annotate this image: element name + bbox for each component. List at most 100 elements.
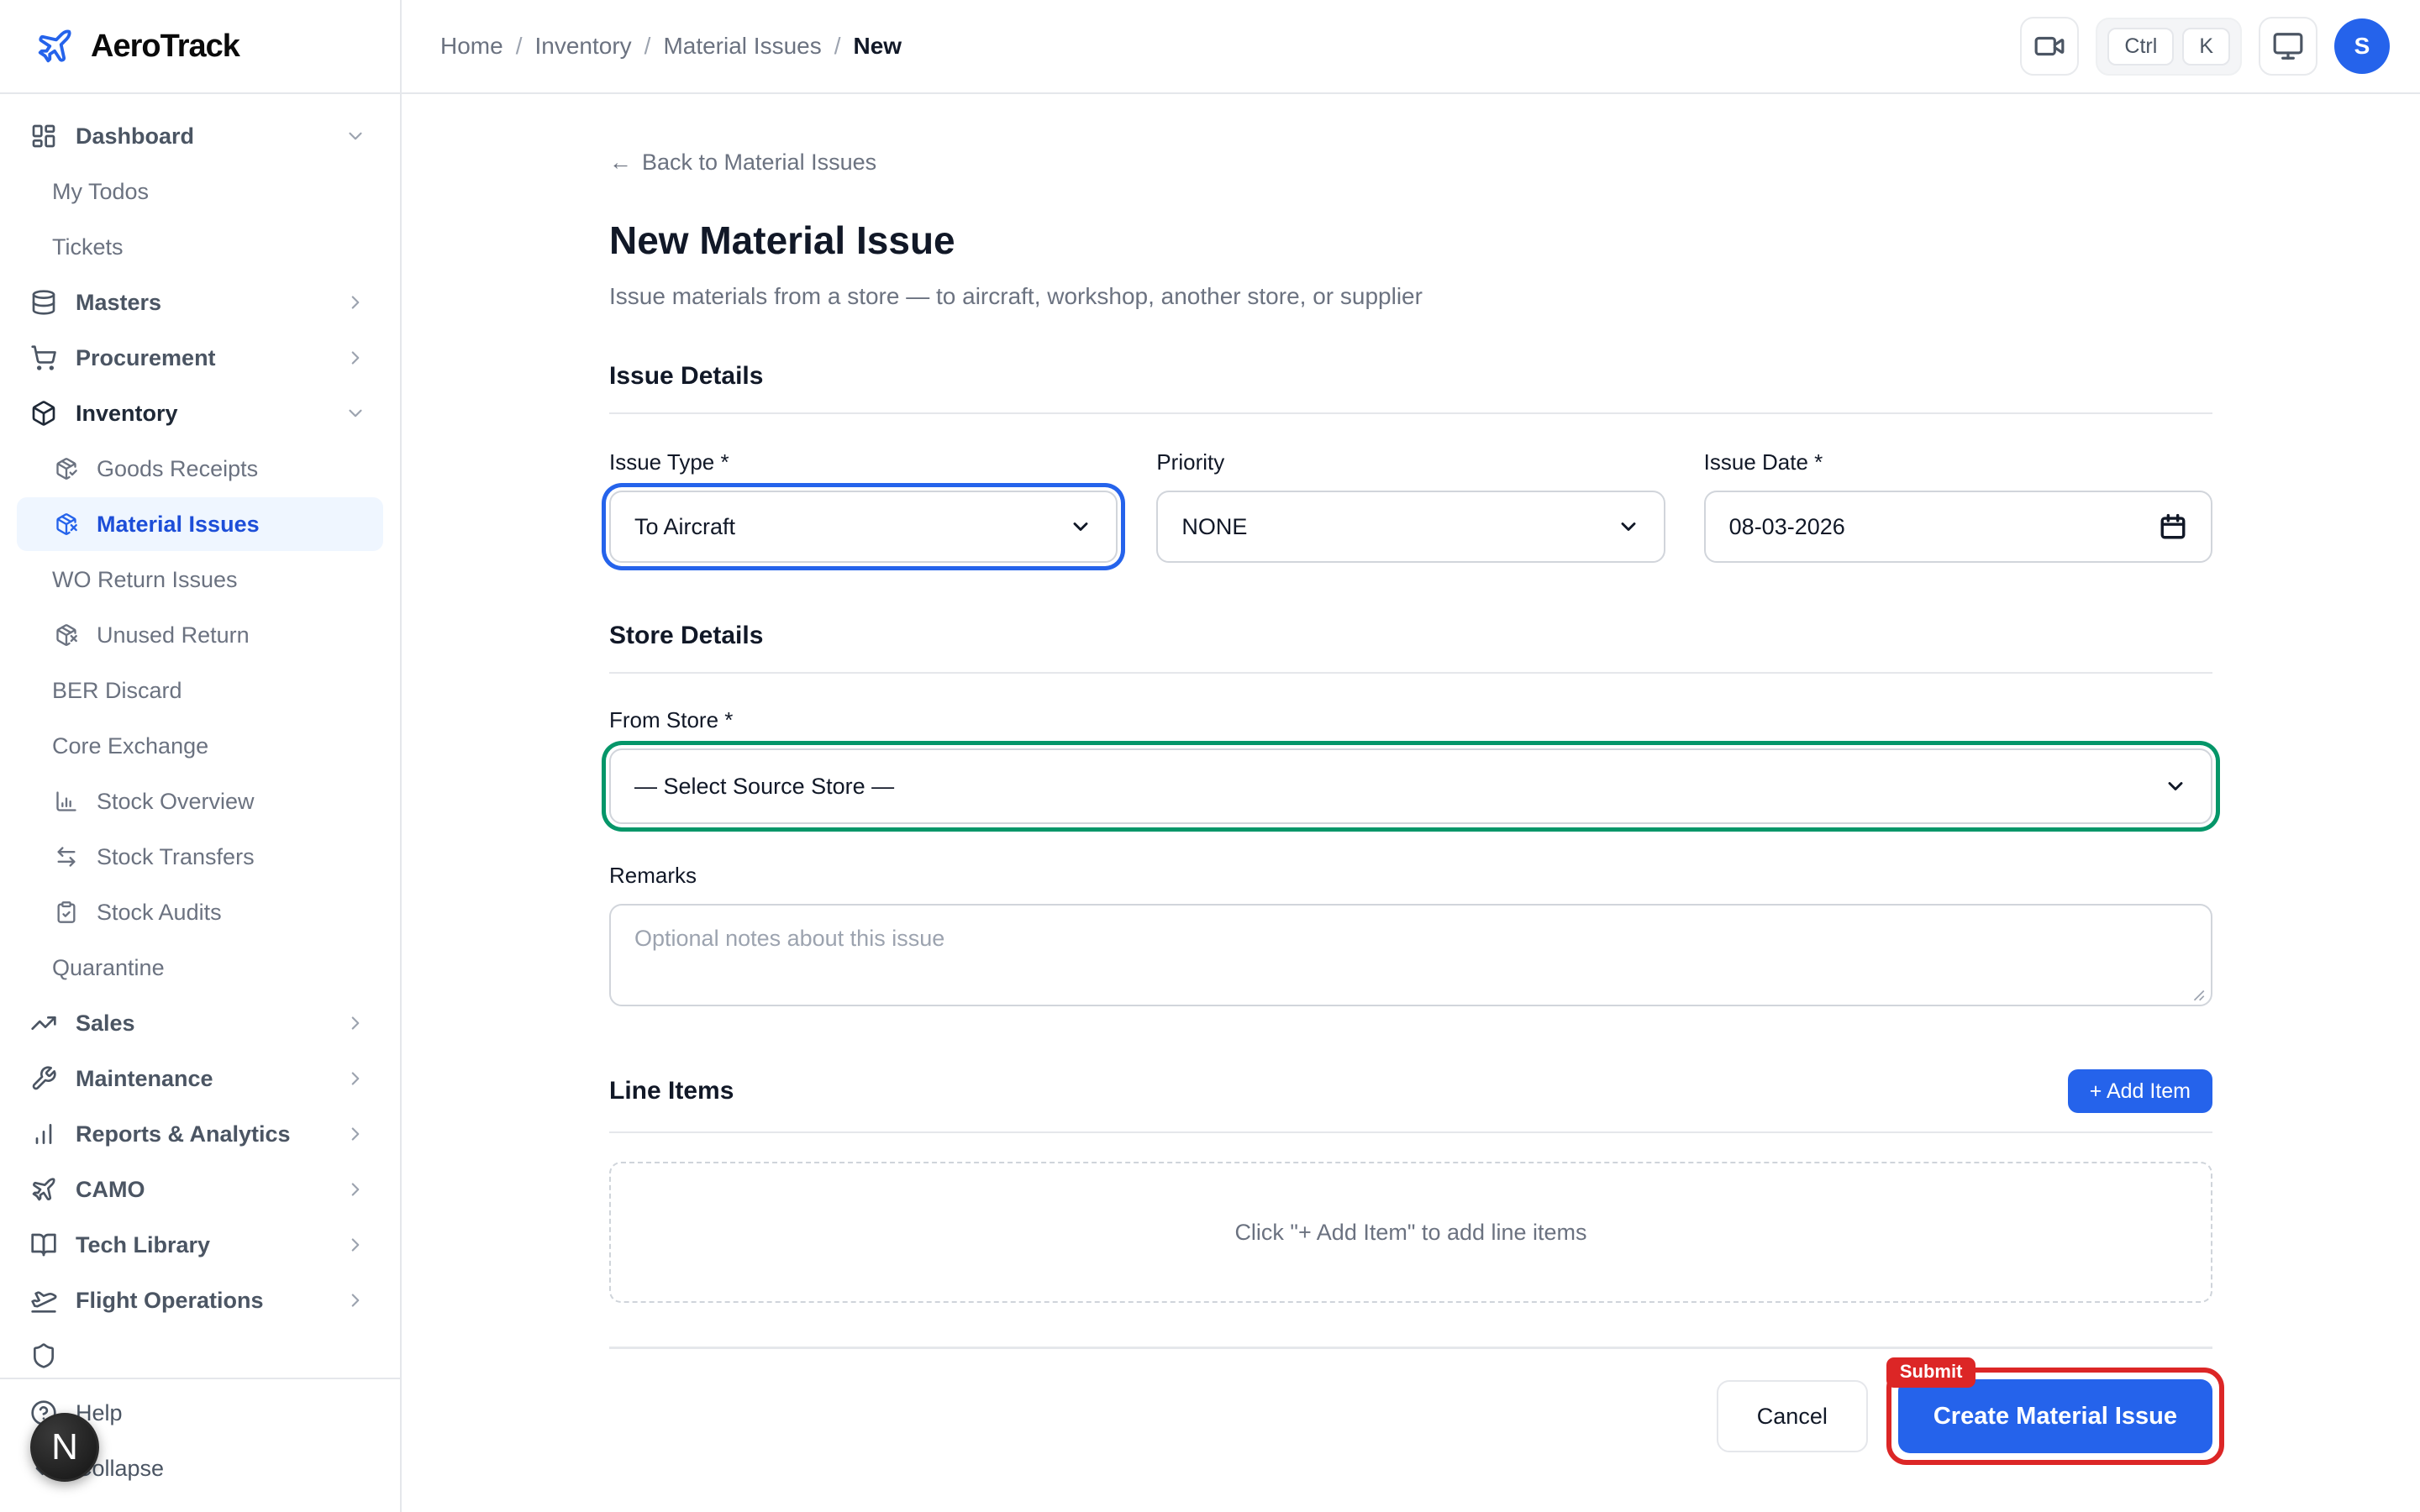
database-icon [30, 289, 57, 316]
sidebar-item-partial[interactable] [17, 1329, 383, 1378]
package-check-icon [55, 457, 78, 480]
sidebar-item-maintenance[interactable]: Maintenance [17, 1052, 383, 1105]
sidebar-item-tickets[interactable]: Tickets [17, 220, 383, 274]
display-mode-button[interactable] [2259, 17, 2317, 76]
nextjs-dev-badge[interactable]: N [30, 1413, 99, 1482]
breadcrumb-current: New [854, 33, 902, 60]
priority-select[interactable]: NONE [1156, 491, 1665, 563]
breadcrumb-material-issues[interactable]: Material Issues [663, 33, 821, 60]
create-material-issue-button[interactable]: Submit Create Material Issue [1898, 1379, 2212, 1453]
sidebar-item-procurement[interactable]: Procurement [17, 331, 383, 385]
package-x-icon [55, 512, 78, 536]
brand: AeroTrack [0, 0, 400, 94]
sidebar: AeroTrack Dashboard My Todos Tickets Mas… [0, 0, 402, 1512]
line-items-section: Line Items + Add Item Click "+ Add Item"… [609, 1069, 2212, 1303]
issue-date-field: Issue Date * 08-03-2026 [1704, 449, 2212, 563]
breadcrumb: Home / Inventory / Material Issues / New [440, 33, 902, 60]
issue-details-heading: Issue Details [609, 362, 2212, 414]
sidebar-item-flight-operations[interactable]: Flight Operations [17, 1273, 383, 1327]
sidebar-nav: Dashboard My Todos Tickets Masters Procu [0, 94, 400, 1378]
sidebar-item-dashboard[interactable]: Dashboard [17, 109, 383, 163]
sidebar-item-stock-transfers[interactable]: Stock Transfers [17, 830, 383, 884]
chevron-right-icon [345, 1123, 366, 1145]
actions-divider [609, 1347, 2212, 1349]
page-title: New Material Issue [609, 218, 2212, 263]
wrench-icon [30, 1065, 57, 1092]
chart-column-icon [55, 790, 78, 813]
remarks-textarea[interactable] [609, 904, 2212, 1006]
sidebar-item-wo-return-issues[interactable]: WO Return Issues [17, 553, 383, 606]
clipboard-check-icon [55, 900, 78, 924]
sidebar-item-reports-analytics[interactable]: Reports & Analytics [17, 1107, 383, 1161]
chevron-right-icon [345, 347, 366, 369]
add-item-button[interactable]: + Add Item [2068, 1069, 2212, 1113]
brand-name: AeroTrack [91, 29, 239, 65]
plane-logo-icon [35, 27, 74, 66]
chevron-right-icon [345, 1012, 366, 1034]
screen-record-button[interactable] [2020, 17, 2079, 76]
sidebar-item-tech-library[interactable]: Tech Library [17, 1218, 383, 1272]
issue-date-input[interactable]: 08-03-2026 [1704, 491, 2212, 563]
line-items-empty-state: Click "+ Add Item" to add line items [609, 1162, 2212, 1303]
monitor-icon [2272, 30, 2304, 62]
sidebar-item-goods-receipts[interactable]: Goods Receipts [17, 442, 383, 496]
arrows-left-right-icon [55, 845, 78, 869]
from-store-select[interactable]: — Select Source Store — [609, 748, 2212, 824]
sidebar-item-stock-audits[interactable]: Stock Audits [17, 885, 383, 939]
breadcrumb-inventory[interactable]: Inventory [534, 33, 631, 60]
book-open-icon [30, 1231, 57, 1258]
sidebar-item-my-todos[interactable]: My Todos [17, 165, 383, 218]
chevron-right-icon [345, 1234, 366, 1256]
sidebar-item-camo[interactable]: CAMO [17, 1163, 383, 1216]
priority-field: Priority NONE [1156, 449, 1665, 563]
sidebar-item-stock-overview[interactable]: Stock Overview [17, 774, 383, 828]
chevron-down-icon [345, 125, 366, 147]
trending-up-icon [30, 1010, 57, 1037]
chevron-down-icon [345, 402, 366, 424]
breadcrumb-separator: / [516, 33, 523, 60]
back-to-material-issues-link[interactable]: ← Back to Material Issues [609, 150, 876, 176]
from-store-field: From Store * — Select Source Store — [609, 707, 2212, 824]
shopping-cart-icon [30, 344, 57, 371]
main-area: Home / Inventory / Material Issues / New… [402, 0, 2420, 1512]
calendar-icon[interactable] [2159, 512, 2187, 541]
cancel-button[interactable]: Cancel [1717, 1380, 1868, 1452]
chevron-right-icon [345, 291, 366, 313]
bar-chart-icon [30, 1121, 57, 1147]
issue-type-select[interactable]: To Aircraft [609, 491, 1118, 563]
form-actions: Cancel Submit Create Material Issue [609, 1379, 2212, 1504]
top-header: Home / Inventory / Material Issues / New… [402, 0, 2420, 94]
shield-icon [30, 1342, 57, 1369]
plane-icon [30, 1176, 57, 1203]
line-items-heading: Line Items [609, 1077, 734, 1105]
chevron-down-icon [1617, 515, 1640, 538]
video-camera-icon [2033, 30, 2065, 62]
issue-type-label: Issue Type * [609, 449, 1118, 475]
breadcrumb-separator: / [834, 33, 841, 60]
back-arrow-icon: ← [609, 150, 632, 176]
command-palette-shortcut[interactable]: Ctrl K [2096, 18, 2242, 76]
remarks-label: Remarks [609, 863, 2212, 889]
chevron-right-icon [345, 1179, 366, 1200]
user-avatar[interactable]: S [2334, 18, 2390, 74]
breadcrumb-home[interactable]: Home [440, 33, 503, 60]
chevron-right-icon [345, 1068, 366, 1089]
chevron-right-icon [345, 1289, 366, 1311]
issue-type-field: Issue Type * To Aircraft [609, 449, 1118, 563]
sidebar-item-sales[interactable]: Sales [17, 996, 383, 1050]
page-content: ← Back to Material Issues New Material I… [402, 94, 2420, 1512]
key-ctrl: Ctrl [2107, 28, 2174, 66]
plane-takeoff-icon [30, 1287, 57, 1314]
store-details-heading: Store Details [609, 622, 2212, 674]
package-icon [30, 400, 57, 427]
sidebar-item-unused-return[interactable]: Unused Return [17, 608, 383, 662]
from-store-label: From Store * [609, 707, 2212, 733]
sidebar-item-material-issues[interactable]: Material Issues [17, 497, 383, 551]
sidebar-item-inventory[interactable]: Inventory [17, 386, 383, 440]
sidebar-item-quarantine[interactable]: Quarantine [17, 941, 383, 995]
sidebar-item-core-exchange[interactable]: Core Exchange [17, 719, 383, 773]
sidebar-item-masters[interactable]: Masters [17, 276, 383, 329]
issue-date-label: Issue Date * [1704, 449, 2212, 475]
issue-details-fields: Issue Type * To Aircraft Priority NONE [609, 449, 2212, 563]
sidebar-item-ber-discard[interactable]: BER Discard [17, 664, 383, 717]
